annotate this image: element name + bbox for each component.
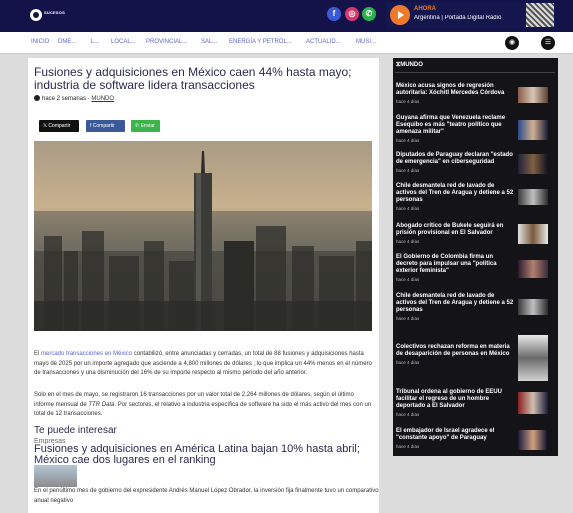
- article-paragraph-1: El mercado transacciones en México conta…: [34, 350, 374, 379]
- play-icon[interactable]: [390, 5, 410, 25]
- sidebar-heading: ⧖MUNDO: [396, 62, 423, 69]
- list-item-title[interactable]: México acusa signos de regresión autorit…: [396, 83, 514, 97]
- list-item-thumbnail[interactable]: [518, 430, 548, 450]
- headphones-icon[interactable]: ◉: [505, 36, 519, 50]
- share-facebook-label: Compartir: [92, 123, 115, 129]
- hamburger-icon[interactable]: ☰: [541, 36, 555, 50]
- article-category-link[interactable]: MUNDO: [91, 96, 114, 102]
- list-item-thumbnail[interactable]: [518, 299, 548, 315]
- share-x-label: Compartir: [48, 123, 71, 129]
- sidebar-heading-label: MUNDO: [400, 62, 423, 68]
- list-item-title[interactable]: Tribunal ordena al gobierno de EEUU faci…: [396, 389, 514, 410]
- list-item-time: hace 4 días: [396, 360, 420, 365]
- list-item-time: hace 4 días: [396, 206, 420, 211]
- clock-icon: [34, 95, 40, 101]
- share-facebook-button[interactable]: f Compartir: [86, 120, 125, 132]
- nav-item-salud[interactable]: SAL...: [201, 39, 217, 45]
- nav-item-2[interactable]: DME...: [58, 39, 76, 45]
- article-paragraph-2: Solo en el mes de mayo, se registraron 1…: [34, 391, 374, 420]
- nav-item-provincial[interactable]: PROVINCIAL...: [146, 39, 187, 45]
- sidebar-mundo: ⧖MUNDO México acusa signos de regresión …: [393, 58, 558, 456]
- list-item-thumbnail[interactable]: [518, 392, 548, 414]
- whatsapp-icon[interactable]: ✆: [362, 7, 376, 21]
- site-logo[interactable]: SUCESOS: [30, 8, 72, 22]
- list-item-thumbnail[interactable]: [518, 154, 548, 174]
- list-item-thumbnail[interactable]: [518, 87, 548, 103]
- list-item-time: hace 4 días: [396, 316, 420, 321]
- list-item-thumbnail[interactable]: [518, 189, 548, 205]
- article-title: Fusiones y adquisiciones en México caen …: [34, 65, 352, 92]
- share-x-button[interactable]: 𝕏 Compartir: [39, 120, 79, 132]
- list-item-time: hace 4 días: [396, 239, 420, 244]
- share-whatsapp-label: Enviar: [140, 123, 155, 129]
- nav-item-actualidad[interactable]: ACTUALID...: [306, 39, 341, 45]
- article: Fusiones y adquisiciones en México caen …: [28, 58, 379, 513]
- related-thumbnail[interactable]: [34, 465, 77, 487]
- list-item-thumbnail[interactable]: [518, 224, 548, 244]
- list-item-title[interactable]: El Gobierno de Colombia firma un decreto…: [396, 254, 514, 275]
- list-item-thumbnail[interactable]: [518, 260, 548, 278]
- inline-link[interactable]: mercado transacciones en México: [41, 351, 132, 357]
- article-time: hace 2 semanas: [42, 96, 87, 102]
- list-item-time: hace 4 días: [396, 138, 420, 143]
- top-bar: SUCESOS f ◎ ✆ AHORA Argentina | Portada …: [0, 0, 573, 32]
- meta-separator: ·: [87, 96, 90, 102]
- article-meta: hace 2 semanas · MUNDO: [34, 95, 114, 102]
- list-item-title[interactable]: Abogado crítico de Bukele seguirá en pri…: [396, 223, 514, 237]
- city-skyline-image: [34, 141, 372, 331]
- nav-item-3[interactable]: L...: [91, 39, 99, 45]
- list-item-title[interactable]: El embajador de Israel agradece el "cons…: [396, 428, 514, 442]
- logo-text: SUCESOS: [44, 10, 65, 15]
- radio-station-title: Argentina | Portada Digital Radio: [414, 15, 502, 21]
- radio-thumbnail: [526, 3, 554, 27]
- hero-image: [34, 141, 372, 331]
- list-item-time: hace 4 días: [396, 444, 420, 449]
- source-name: TTR Data: [88, 401, 115, 408]
- logo-mark-icon: [30, 9, 42, 21]
- related-excerpt: En el penúltimo mes de gobierno del expr…: [34, 488, 379, 504]
- facebook-icon[interactable]: f: [327, 7, 341, 21]
- nav-item-inicio[interactable]: INICIO: [31, 39, 49, 45]
- list-item-thumbnail[interactable]: [518, 335, 548, 381]
- radio-now-label: AHORA: [414, 6, 436, 12]
- list-item-time: hace 4 días: [396, 99, 420, 104]
- nav-item-local[interactable]: LOCAL...: [111, 39, 136, 45]
- related-title[interactable]: Fusiones y adquisiciones en América Lati…: [34, 444, 379, 466]
- list-item-title[interactable]: Chile desmantela red de lavado de activo…: [396, 293, 514, 314]
- main-nav: INICIO DME... L... LOCAL... PROVINCIAL..…: [0, 32, 573, 54]
- list-item-title[interactable]: Diputados de Paraguay declaran "estado d…: [396, 152, 514, 166]
- list-item-time: hace 4 días: [396, 412, 420, 417]
- nav-item-energia[interactable]: ENERGÍA Y PETROL...: [229, 39, 292, 45]
- list-item-title[interactable]: Chile desmantela red de lavado de activo…: [396, 183, 514, 204]
- related-heading: Te puede interesar: [34, 425, 117, 436]
- list-item-time: hace 4 días: [396, 168, 420, 173]
- p1-prefix: El: [34, 351, 42, 357]
- list-item-title[interactable]: Colectivos rechazan reforma en materia d…: [396, 344, 514, 358]
- list-item-time: hace 4 días: [396, 277, 420, 282]
- instagram-icon[interactable]: ◎: [345, 7, 359, 21]
- share-whatsapp-button[interactable]: ✆ Enviar: [131, 120, 160, 132]
- list-item-title[interactable]: Guyana afirma que Venezuela reclame Eseq…: [396, 115, 514, 136]
- sidebar-divider: [395, 72, 555, 73]
- radio-player: AHORA Argentina | Portada Digital Radio: [386, 2, 556, 28]
- list-item-thumbnail[interactable]: [518, 120, 548, 140]
- nav-item-musica[interactable]: MUSI...: [356, 39, 376, 45]
